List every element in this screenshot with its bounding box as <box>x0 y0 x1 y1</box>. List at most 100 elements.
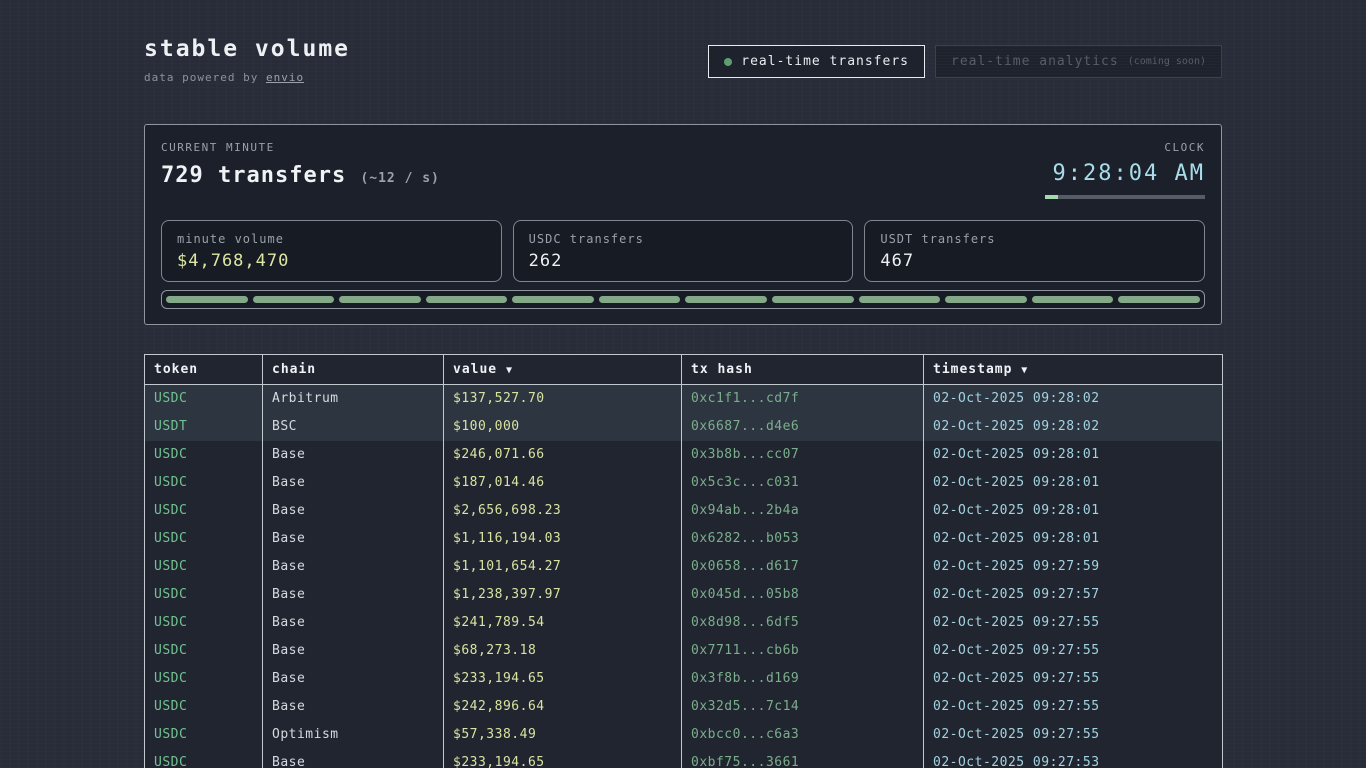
sort-desc-icon: ▼ <box>1021 365 1028 376</box>
cell-chain: Base <box>263 581 444 609</box>
minute-segment <box>772 296 854 303</box>
current-minute-label: CURRENT MINUTE <box>161 141 440 154</box>
cell-tx-hash[interactable]: 0x6687...d4e6 <box>682 413 924 441</box>
cell-timestamp: 02-Oct-2025 09:27:55 <box>924 693 1223 721</box>
minute-segment <box>166 296 248 303</box>
cell-tx-hash[interactable]: 0x7711...cb6b <box>682 637 924 665</box>
live-dot-icon <box>724 58 732 66</box>
minute-segment <box>339 296 421 303</box>
cell-chain: Base <box>263 469 444 497</box>
cell-tx-hash[interactable]: 0x6282...b053 <box>682 525 924 553</box>
clock-box: CLOCK 9:28:04 AM <box>1045 141 1205 199</box>
cell-token: USDC <box>145 441 263 469</box>
cell-token: USDC <box>145 749 263 768</box>
cell-timestamp: 02-Oct-2025 09:27:57 <box>924 581 1223 609</box>
column-header-timestamp[interactable]: timestamp ▼ <box>924 355 1223 385</box>
cell-tx-hash[interactable]: 0xbcc0...c6a3 <box>682 721 924 749</box>
table-header-row: token chain value ▼ tx hash timestamp ▼ <box>145 355 1223 385</box>
cell-tx-hash[interactable]: 0x32d5...7c14 <box>682 693 924 721</box>
cell-chain: Base <box>263 749 444 768</box>
cell-token: USDC <box>145 581 263 609</box>
minute-segment <box>426 296 508 303</box>
column-header-value[interactable]: value ▼ <box>444 355 682 385</box>
minute-segment <box>945 296 1027 303</box>
usdt-transfers-value: 467 <box>880 251 1189 271</box>
cell-timestamp: 02-Oct-2025 09:27:53 <box>924 749 1223 768</box>
cell-value: $1,101,654.27 <box>444 553 682 581</box>
transfer-row: USDCBase$246,071.660x3b8b...cc0702-Oct-2… <box>145 441 1223 469</box>
tab-real-time-analytics[interactable]: real-time analytics (coming soon) <box>935 45 1222 78</box>
cell-value: $187,014.46 <box>444 469 682 497</box>
minute-segment <box>1032 296 1114 303</box>
cell-timestamp: 02-Oct-2025 09:27:59 <box>924 553 1223 581</box>
cell-timestamp: 02-Oct-2025 09:27:55 <box>924 721 1223 749</box>
stat-cards-row: minute volume $4,768,470 USDC transfers … <box>161 220 1205 282</box>
cell-timestamp: 02-Oct-2025 09:27:55 <box>924 665 1223 693</box>
transfer-row: USDTBSC$100,0000x6687...d4e602-Oct-2025 … <box>145 413 1223 441</box>
cell-tx-hash[interactable]: 0x3f8b...d169 <box>682 665 924 693</box>
cell-timestamp: 02-Oct-2025 09:28:01 <box>924 497 1223 525</box>
usdt-transfers-label: USDT transfers <box>880 232 1189 246</box>
cell-tx-hash[interactable]: 0x94ab...2b4a <box>682 497 924 525</box>
cell-token: USDC <box>145 553 263 581</box>
column-header-tx-hash[interactable]: tx hash <box>682 355 924 385</box>
cell-tx-hash[interactable]: 0x0658...d617 <box>682 553 924 581</box>
current-minute-card: CURRENT MINUTE 729 transfers (~12 / s) C… <box>144 124 1222 325</box>
cell-timestamp: 02-Oct-2025 09:28:01 <box>924 469 1223 497</box>
usdc-transfers-label: USDC transfers <box>529 232 838 246</box>
minute-segment <box>1118 296 1200 303</box>
transfer-row: USDCBase$1,101,654.270x0658...d61702-Oct… <box>145 553 1223 581</box>
cell-value: $246,071.66 <box>444 441 682 469</box>
cell-value: $68,273.18 <box>444 637 682 665</box>
cell-token: USDC <box>145 693 263 721</box>
transfer-row: USDCBase$233,194.650x3f8b...d16902-Oct-2… <box>145 665 1223 693</box>
cell-chain: Optimism <box>263 721 444 749</box>
transfer-row: USDCArbitrum$137,527.700xc1f1...cd7f02-O… <box>145 385 1223 413</box>
cell-token: USDC <box>145 609 263 637</box>
tab-transfers-label: real-time transfers <box>741 54 909 69</box>
cell-tx-hash[interactable]: 0xbf75...3661 <box>682 749 924 768</box>
minute-progress-fill <box>1045 195 1058 199</box>
cell-value: $241,789.54 <box>444 609 682 637</box>
cell-timestamp: 02-Oct-2025 09:28:02 <box>924 413 1223 441</box>
view-tabs: real-time transfers real-time analytics … <box>708 45 1222 78</box>
cell-timestamp: 02-Oct-2025 09:28:02 <box>924 385 1223 413</box>
transfer-row: USDCBase$1,116,194.030x6282...b05302-Oct… <box>145 525 1223 553</box>
stats-top-row: CURRENT MINUTE 729 transfers (~12 / s) C… <box>161 141 1205 199</box>
clock-time: 9:28:04 AM <box>1045 161 1205 186</box>
cell-tx-hash[interactable]: 0x045d...05b8 <box>682 581 924 609</box>
cell-chain: Base <box>263 665 444 693</box>
usdt-transfers-card: USDT transfers 467 <box>864 220 1205 282</box>
transfer-row: USDCBase$2,656,698.230x94ab...2b4a02-Oct… <box>145 497 1223 525</box>
minute-segment <box>253 296 335 303</box>
transfers-summary: CURRENT MINUTE 729 transfers (~12 / s) <box>161 141 440 188</box>
cell-token: USDC <box>145 385 263 413</box>
cell-tx-hash[interactable]: 0xc1f1...cd7f <box>682 385 924 413</box>
cell-tx-hash[interactable]: 0x3b8b...cc07 <box>682 441 924 469</box>
cell-chain: Arbitrum <box>263 385 444 413</box>
minute-volume-value: $4,768,470 <box>177 251 486 271</box>
transfer-row: USDCBase$187,014.460x5c3c...c03102-Oct-2… <box>145 469 1223 497</box>
powered-by: data powered by envio <box>144 71 350 84</box>
cell-chain: Base <box>263 497 444 525</box>
cell-value: $242,896.64 <box>444 693 682 721</box>
transfers-rate: (~12 / s) <box>360 171 439 186</box>
page-title: stable volume <box>144 36 350 62</box>
tab-real-time-transfers[interactable]: real-time transfers <box>708 45 925 78</box>
cell-tx-hash[interactable]: 0x5c3c...c031 <box>682 469 924 497</box>
clock-label: CLOCK <box>1045 141 1205 154</box>
cell-chain: Base <box>263 693 444 721</box>
envio-link[interactable]: envio <box>266 71 304 84</box>
transfer-row: USDCOptimism$57,338.490xbcc0...c6a302-Oc… <box>145 721 1223 749</box>
cell-chain: Base <box>263 609 444 637</box>
column-header-chain[interactable]: chain <box>263 355 444 385</box>
cell-value: $233,194.65 <box>444 749 682 768</box>
minute-segment <box>599 296 681 303</box>
usdc-transfers-card: USDC transfers 262 <box>513 220 854 282</box>
sort-desc-icon: ▼ <box>506 365 513 376</box>
cell-tx-hash[interactable]: 0x8d98...6df5 <box>682 609 924 637</box>
cell-timestamp: 02-Oct-2025 09:27:55 <box>924 609 1223 637</box>
tab-analytics-label: real-time analytics <box>951 54 1119 69</box>
cell-timestamp: 02-Oct-2025 09:27:55 <box>924 637 1223 665</box>
column-header-token[interactable]: token <box>145 355 263 385</box>
